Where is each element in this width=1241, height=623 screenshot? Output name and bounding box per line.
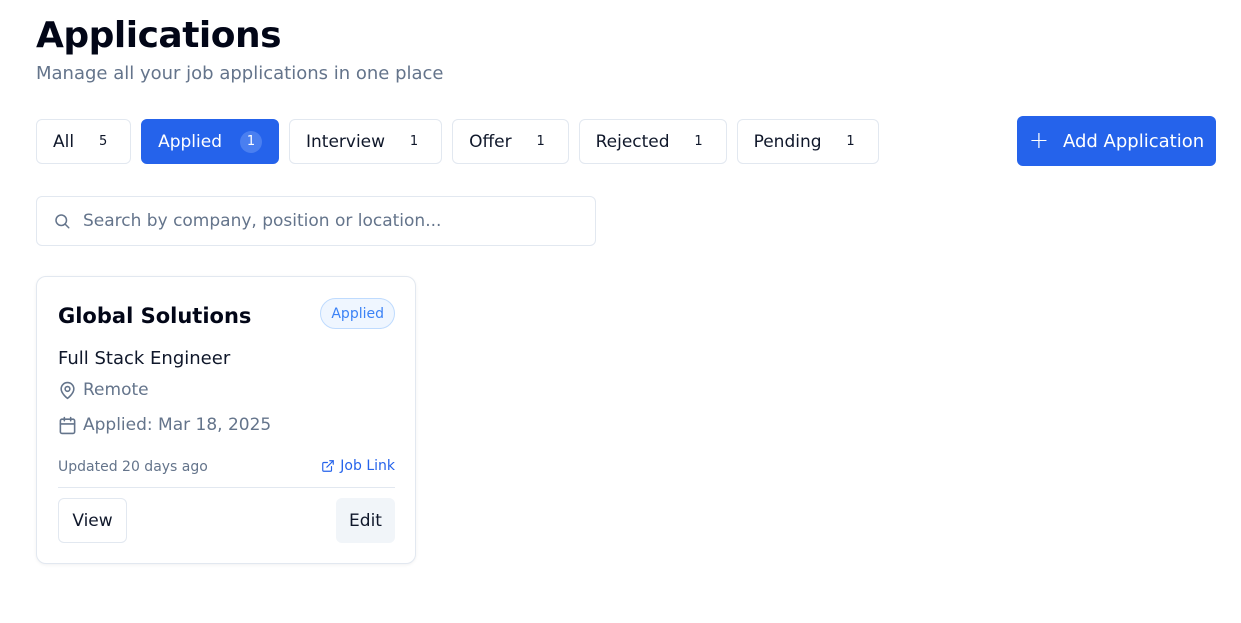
tab-applied[interactable]: Applied 1: [141, 119, 279, 164]
page-subtitle: Manage all your job applications in one …: [36, 63, 444, 84]
view-button[interactable]: View: [58, 498, 127, 543]
position-title: Full Stack Engineer: [58, 348, 231, 369]
tab-count-badge: 1: [536, 134, 545, 149]
tab-label: All: [53, 131, 75, 152]
external-link-icon: [322, 460, 335, 472]
search-box: [36, 196, 596, 246]
tab-label: Offer: [469, 131, 512, 152]
add-application-label: Add Application: [1062, 130, 1205, 152]
tab-rejected[interactable]: Rejected 1: [578, 119, 727, 164]
map-pin-icon: [60, 381, 75, 399]
tab-count-badge: 1: [409, 134, 419, 149]
tab-label: Applied: [158, 131, 222, 152]
application-card[interactable]: Global Solutions Applied Full Stack Engi…: [36, 276, 416, 564]
applied-date-row: Applied: Mar 18, 2025: [58, 415, 271, 435]
page-title: Applications: [36, 15, 282, 56]
applied-date-text: Applied: Mar 18, 2025: [83, 415, 272, 435]
tab-label: Rejected: [595, 131, 670, 152]
company-name: Global Solutions: [58, 304, 252, 328]
tab-count-badge: 1: [240, 130, 262, 153]
calendar-icon: [59, 416, 76, 434]
plus-icon: +: [1028, 126, 1049, 154]
tab-count-badge: 1: [846, 134, 855, 149]
tab-all[interactable]: All 5: [36, 119, 132, 164]
add-application-button[interactable]: + Add Application: [1017, 116, 1216, 166]
job-link-label: Job Link: [340, 458, 395, 474]
edit-button[interactable]: Edit: [336, 498, 395, 543]
tab-label: Interview: [306, 131, 386, 152]
applications-page: Applications Manage all your job applica…: [0, 0, 1241, 623]
tab-count-badge: 1: [694, 134, 703, 149]
search-input[interactable]: [83, 211, 563, 231]
card-divider: [58, 487, 395, 488]
tab-offer[interactable]: Offer 1: [452, 119, 569, 164]
location-row: Remote: [58, 380, 149, 400]
status-badge: Applied: [320, 298, 395, 329]
tab-count-badge: 5: [98, 134, 108, 149]
location-text: Remote: [83, 380, 149, 400]
tab-interview[interactable]: Interview 1: [289, 119, 443, 164]
search-icon: [55, 214, 70, 229]
job-link[interactable]: Job Link: [321, 458, 395, 474]
updated-text: Updated 20 days ago: [58, 459, 208, 475]
status-filter-tabs: All 5 Applied 1 Interview 1 Offer 1 Reje…: [36, 119, 879, 164]
tab-label: Pending: [753, 131, 822, 152]
tab-pending[interactable]: Pending 1: [736, 119, 879, 164]
